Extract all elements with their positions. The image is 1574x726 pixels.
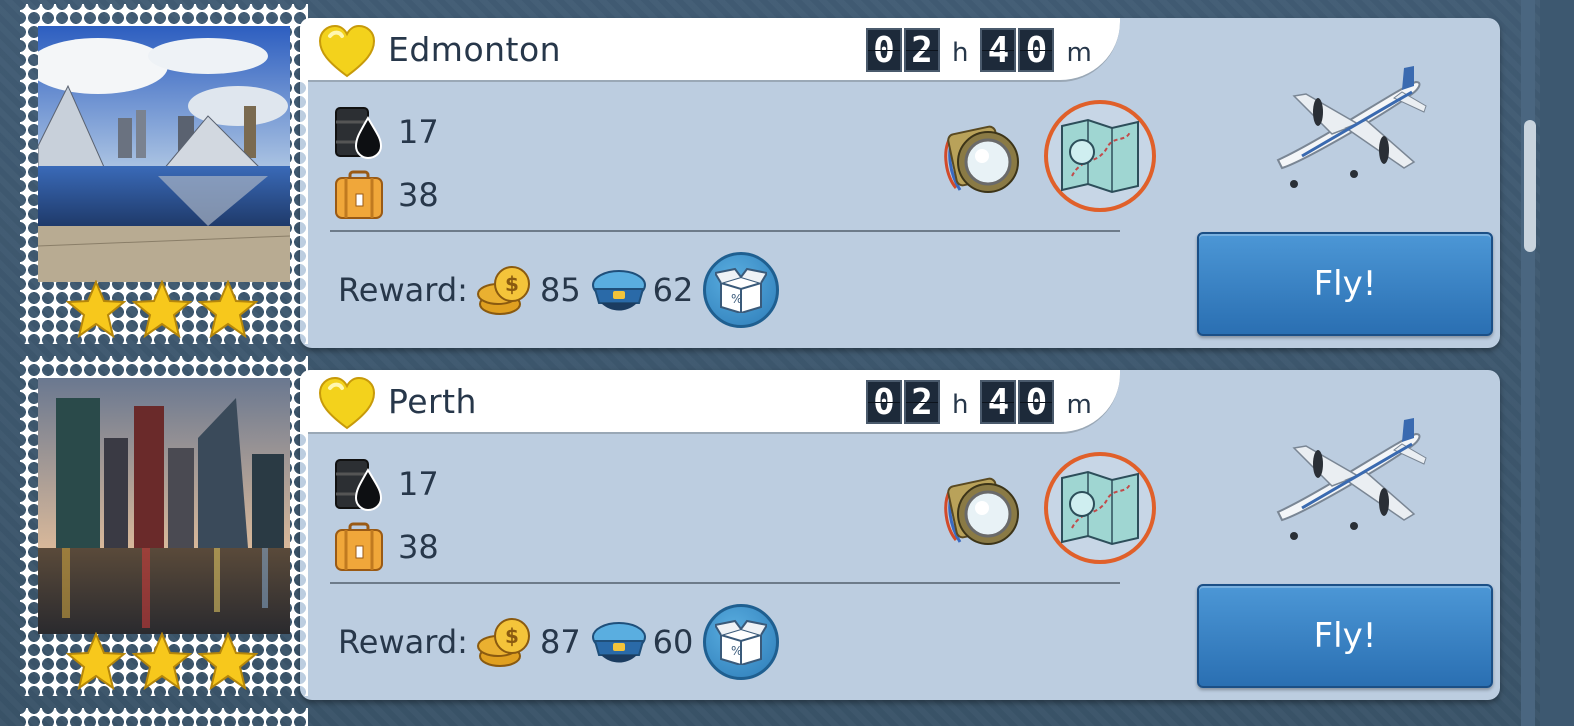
svg-text:%: % xyxy=(731,292,742,306)
suitcase-icon xyxy=(335,522,383,571)
svg-text:$: $ xyxy=(505,624,519,648)
star-icon xyxy=(132,632,192,690)
reward-row: Reward: $ 85 62 % xyxy=(338,252,780,328)
reward-row: Reward: $ 87 60 % xyxy=(338,604,780,680)
gift-box-icon: % xyxy=(715,267,768,313)
cargo-stat: 38 xyxy=(334,170,439,220)
coins-icon: $ xyxy=(476,266,530,315)
fly-button[interactable]: Fly! xyxy=(1197,584,1493,688)
reward-label: Reward: xyxy=(338,271,468,309)
crew-value: 62 xyxy=(652,271,694,309)
coins-icon: $ xyxy=(476,618,530,667)
edmonton-skyline-image xyxy=(38,26,290,282)
mystery-box-button[interactable]: % xyxy=(703,604,780,680)
airplane-icon xyxy=(1276,66,1427,188)
edmonton-photo xyxy=(38,26,290,282)
fly-button[interactable]: Fly! xyxy=(1197,232,1493,336)
camera-lens-icon[interactable] xyxy=(942,122,1026,198)
timer-minutes-unit: m xyxy=(1066,390,1092,420)
cargo-stat: 38 xyxy=(334,522,439,572)
map-item-highlight[interactable] xyxy=(1044,452,1156,564)
suitcase-icon xyxy=(335,170,383,219)
timer-minutes-ones: 0 xyxy=(1018,380,1055,424)
svg-text:$: $ xyxy=(505,272,519,296)
fuel-value: 17 xyxy=(398,465,439,503)
coins-value: 87 xyxy=(539,623,581,661)
card-divider xyxy=(330,230,1120,232)
airplane-icon xyxy=(1276,418,1427,540)
perth-photo xyxy=(38,378,290,634)
fuel-value: 17 xyxy=(398,113,439,151)
timer-minutes-tens: 4 xyxy=(980,28,1017,72)
timer-hours-unit: h xyxy=(952,38,969,68)
pilot-cap-icon xyxy=(591,270,646,311)
favorite-heart-icon[interactable] xyxy=(318,24,376,78)
crew-value: 60 xyxy=(652,623,694,661)
timer-minutes-tens: 4 xyxy=(980,380,1017,424)
gift-box-icon: % xyxy=(715,619,768,665)
timer-hours-unit: h xyxy=(952,390,969,420)
map-icon xyxy=(1061,118,1139,194)
star-icon xyxy=(132,280,192,338)
timer-minutes-ones: 0 xyxy=(1018,28,1055,72)
scrollbar-thumb[interactable] xyxy=(1524,120,1536,252)
fuel-stat: 17 xyxy=(334,104,439,160)
timer-hours-ones: 2 xyxy=(904,28,940,72)
svg-text:%: % xyxy=(731,644,742,658)
camera-lens-icon[interactable] xyxy=(942,474,1026,550)
flight-timer: 0 2 h 4 0 m xyxy=(866,28,1104,72)
map-edge xyxy=(1540,0,1574,726)
city-name: Edmonton xyxy=(388,30,562,69)
map-item-highlight[interactable] xyxy=(1044,100,1156,212)
oil-barrel-icon xyxy=(335,459,383,512)
favorite-heart-icon[interactable] xyxy=(318,376,376,430)
star-icon xyxy=(66,632,126,690)
perth-skyline-image xyxy=(38,378,290,634)
city-stamp-next[interactable] xyxy=(20,708,308,726)
reward-label: Reward: xyxy=(338,623,468,661)
coins-value: 85 xyxy=(539,271,581,309)
flight-timer: 0 2 h 4 0 m xyxy=(866,380,1104,424)
timer-hours-ones: 2 xyxy=(904,380,940,424)
map-icon xyxy=(1061,470,1139,546)
mystery-box-button[interactable]: % xyxy=(703,252,780,328)
timer-hours-tens: 0 xyxy=(866,380,902,424)
oil-barrel-icon xyxy=(335,107,383,160)
card-divider xyxy=(330,582,1120,584)
fuel-stat: 17 xyxy=(334,456,439,512)
star-icon xyxy=(66,280,126,338)
timer-minutes-unit: m xyxy=(1066,38,1092,68)
city-name: Perth xyxy=(388,382,477,421)
rating-stars xyxy=(66,632,258,690)
cargo-value: 38 xyxy=(398,528,439,566)
star-icon xyxy=(198,632,258,690)
cargo-value: 38 xyxy=(398,176,439,214)
rating-stars xyxy=(66,280,258,338)
scrollbar-track[interactable] xyxy=(1521,0,1535,726)
pilot-cap-icon xyxy=(591,622,646,663)
timer-hours-tens: 0 xyxy=(866,28,902,72)
star-icon xyxy=(198,280,258,338)
